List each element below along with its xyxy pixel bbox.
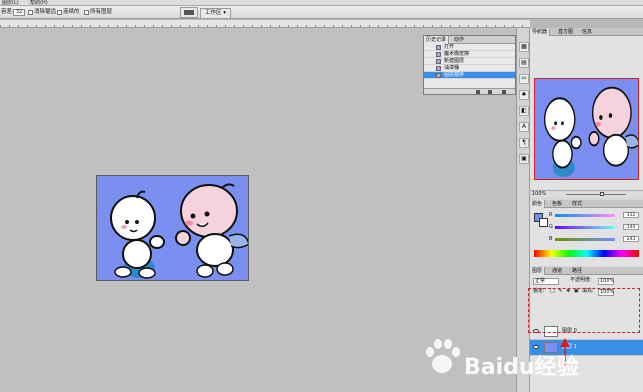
history-step-icon — [436, 45, 441, 50]
new-document-icon[interactable] — [476, 90, 480, 94]
zoom-slider-track[interactable] — [566, 194, 626, 195]
tab-actions[interactable]: 动作 — [452, 36, 466, 44]
zoom-slider-handle[interactable] — [600, 192, 604, 196]
b-slider[interactable] — [555, 238, 615, 241]
antialias-label: 消除锯齿 — [34, 9, 57, 15]
watermark-text: Baidu经验 — [464, 355, 579, 380]
navigator-panel-tabs: 导航器 直方图 信息 — [530, 28, 643, 36]
right-panel-column: 导航器 直方图 信息 100% 颜色 色板 样式 R 112 G 144 B 2… — [530, 28, 643, 392]
tab-info[interactable]: 信息 — [580, 28, 594, 36]
tab-layers[interactable]: 图层 — [530, 267, 546, 275]
tab-histogram[interactable]: 直方图 — [556, 28, 575, 36]
paragraph-dock-icon[interactable]: ¶ — [519, 138, 529, 148]
contiguous-label: 连续的 — [63, 9, 80, 15]
history-dock-icon[interactable]: ▤ — [519, 58, 529, 68]
tab-navigator[interactable]: 导航器 — [530, 28, 551, 36]
character-dock-icon[interactable]: A — [519, 122, 529, 132]
new-snapshot-icon[interactable] — [488, 90, 492, 94]
navigator-thumbnail-image — [543, 86, 638, 178]
trash-icon[interactable] — [502, 90, 506, 94]
history-step-icon — [436, 52, 441, 57]
color-ramp[interactable] — [534, 250, 639, 257]
document-canvas[interactable] — [96, 175, 249, 281]
history-item[interactable]: 油漆桶 — [424, 65, 515, 72]
workspace-dropdown[interactable]: 工作区 ▾ — [200, 8, 232, 19]
color-panel-tabs: 颜色 色板 样式 — [530, 200, 643, 208]
history-item[interactable]: 新建图层 — [424, 58, 515, 65]
tab-styles[interactable]: 样式 — [570, 200, 584, 208]
g-label: G — [549, 224, 553, 230]
tab-channels[interactable]: 通道 — [550, 267, 564, 275]
layers-panel-tabs: 图层 通道 路径 — [530, 267, 643, 275]
annotation-highlight-box — [528, 288, 640, 333]
tolerance-label: 容差: — [1, 9, 14, 15]
history-item-selected[interactable]: 图层顺序 — [424, 72, 515, 79]
horizontal-ruler — [0, 20, 530, 28]
b-label: B — [549, 236, 553, 242]
history-step-icon — [436, 59, 441, 64]
b-value-input[interactable]: 243 — [623, 236, 639, 242]
tab-paths[interactable]: 路径 — [570, 267, 584, 275]
layer-comps-dock-icon[interactable]: ◧ — [519, 106, 529, 116]
tab-history[interactable]: 历史记录 — [424, 36, 450, 44]
zoom-value[interactable]: 100% — [532, 191, 546, 197]
tool-preset-dock-icon[interactable]: ♠ — [519, 90, 529, 100]
opacity-input[interactable]: 100% — [598, 278, 614, 285]
palette-well-button[interactable] — [180, 7, 198, 18]
all-layers-checkbox[interactable] — [84, 10, 89, 15]
navigator-panel: 导航器 直方图 信息 — [530, 28, 643, 194]
paw-logo-icon — [426, 339, 460, 373]
history-panel-footer — [424, 88, 515, 94]
tab-swatches[interactable]: 色板 — [550, 200, 564, 208]
r-value-input[interactable]: 112 — [623, 212, 639, 218]
antialias-checkbox[interactable] — [28, 10, 33, 15]
r-slider[interactable] — [555, 214, 615, 217]
r-label: R — [549, 212, 553, 218]
panel-dock-toolbar: ▦ ▤ ✂ ♠ ◧ A ¶ ▣ — [516, 28, 530, 392]
options-bar: 容差: 32 消除锯齿 连续的 所有图层 工作区 ▾ — [0, 6, 643, 19]
history-panel: 历史记录 动作 打开 魔术橡皮擦 新建图层 油漆桶 图层顺序 — [423, 35, 516, 95]
background-color-swatch[interactable] — [539, 218, 548, 227]
all-layers-label: 所有图层 — [90, 9, 113, 15]
g-slider[interactable] — [555, 226, 615, 229]
brush-dock-icon[interactable]: ✂ — [519, 74, 529, 84]
g-value-input[interactable]: 144 — [623, 224, 639, 230]
history-step-icon — [436, 66, 441, 71]
navigator-preview[interactable] — [534, 78, 639, 180]
history-step-icon — [436, 73, 441, 78]
navigator-dock-icon[interactable]: ▦ — [519, 42, 529, 52]
info-dock-icon[interactable]: ▣ — [519, 154, 529, 164]
tab-color[interactable]: 颜色 — [530, 200, 546, 208]
contiguous-checkbox[interactable] — [57, 10, 62, 15]
cartoon-babies-image — [110, 183, 248, 279]
palette-well-icon — [184, 10, 194, 15]
tolerance-input[interactable]: 32 — [13, 9, 25, 16]
opacity-label: 不透明度: — [570, 277, 592, 283]
history-panel-tabs: 历史记录 动作 — [424, 36, 515, 44]
navigator-zoom-bar: 100% — [530, 190, 643, 197]
blend-mode-select[interactable]: 正常 — [533, 278, 559, 285]
history-item[interactable]: 打开 — [424, 44, 515, 51]
color-panel: 颜色 色板 样式 R 112 G 144 B 243 — [530, 200, 643, 266]
history-item[interactable]: 魔术橡皮擦 — [424, 51, 515, 58]
